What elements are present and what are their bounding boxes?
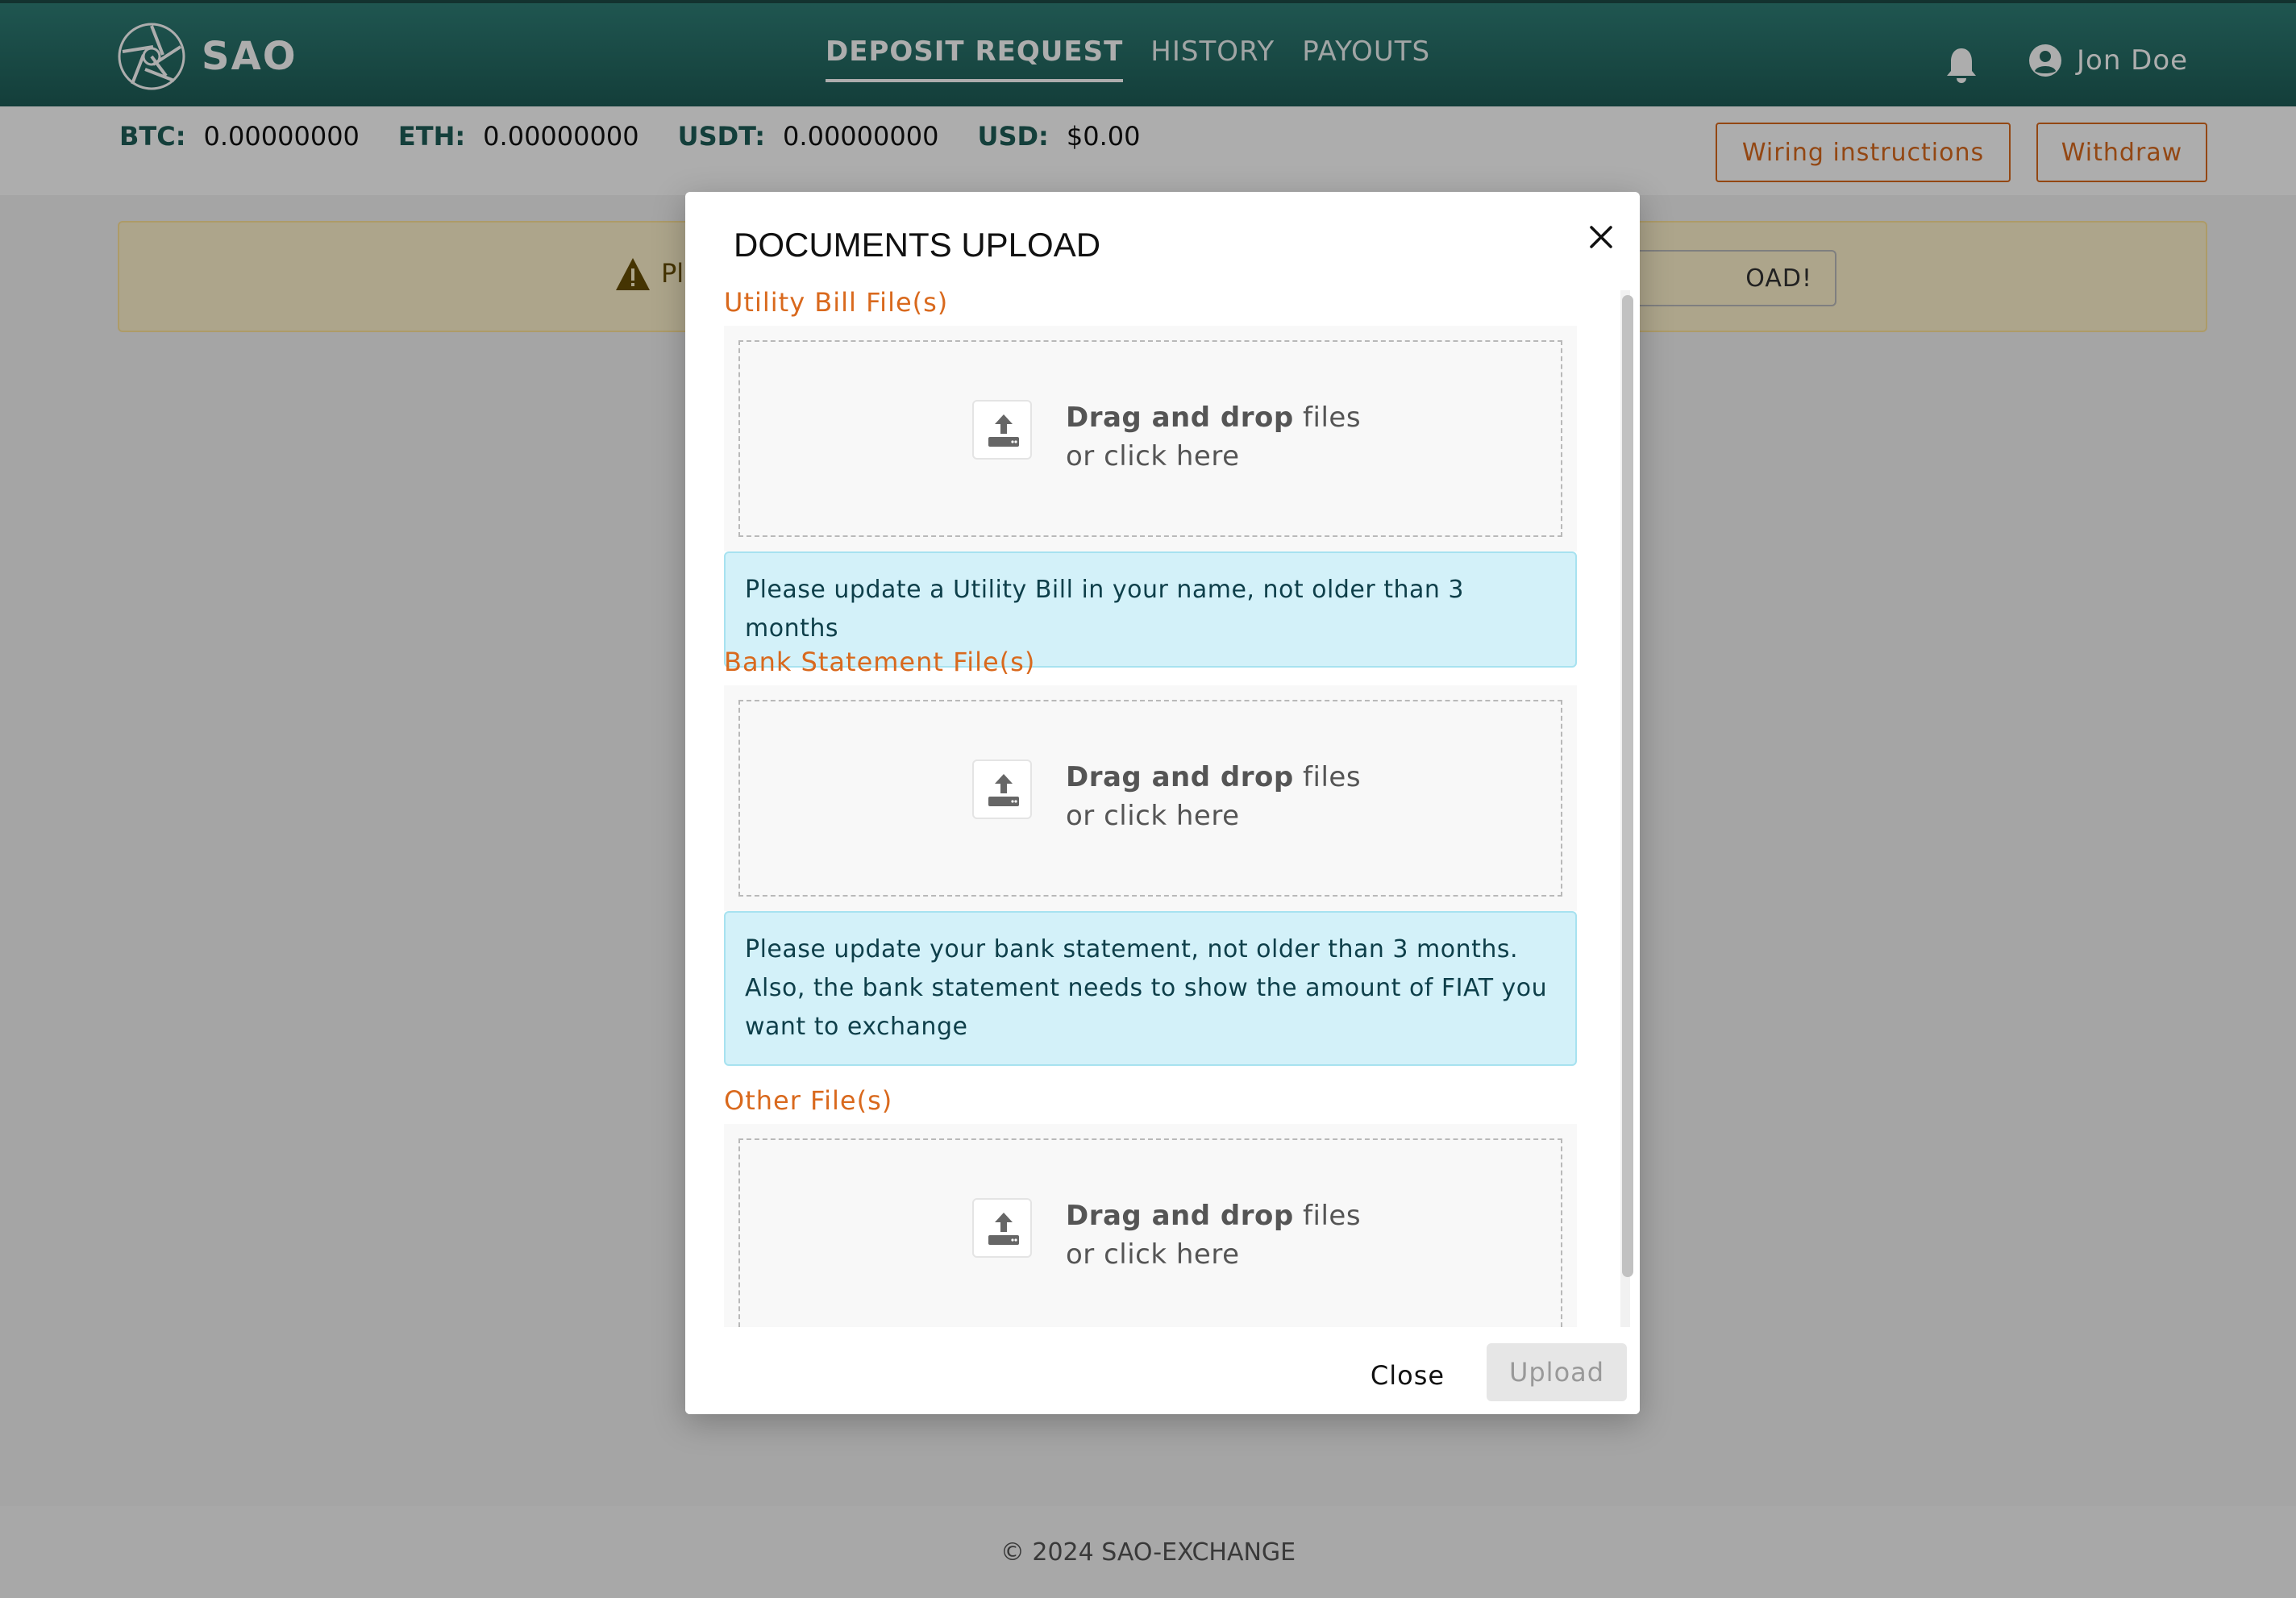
- modal-title: DOCUMENTS UPLOAD: [734, 226, 1101, 264]
- dropzone-rest: files: [1293, 761, 1362, 793]
- dropzone-line1: Drag and drop files: [1066, 402, 1361, 434]
- upload-icon: [972, 759, 1032, 819]
- other-files-label: Other File(s): [724, 1085, 893, 1116]
- bank-statement-info: Please update your bank statement, not o…: [724, 911, 1577, 1066]
- dropzone-bold: Drag and drop: [1066, 1200, 1294, 1232]
- close-button[interactable]: Close: [1348, 1346, 1467, 1404]
- upload-icon: [972, 400, 1032, 460]
- other-files-dropzone[interactable]: Drag and drop files or click here: [738, 1138, 1562, 1327]
- upload-button[interactable]: Upload: [1487, 1343, 1627, 1401]
- dropzone-bold: Drag and drop: [1066, 761, 1294, 793]
- dropzone-line2: or click here: [1066, 1238, 1240, 1271]
- utility-bill-label: Utility Bill File(s): [724, 287, 949, 318]
- dropzone-rest: files: [1293, 402, 1362, 434]
- bank-statement-label: Bank Statement File(s): [724, 647, 1036, 677]
- dropzone-line2: or click here: [1066, 440, 1240, 472]
- bank-statement-dropzone[interactable]: Drag and drop files or click here: [738, 700, 1562, 897]
- bank-statement-upload: Drag and drop files or click here: [724, 685, 1577, 911]
- dropzone-bold: Drag and drop: [1066, 402, 1294, 434]
- close-icon[interactable]: [1585, 221, 1617, 253]
- documents-upload-modal: DOCUMENTS UPLOAD Utility Bill File(s) Dr…: [685, 192, 1640, 1414]
- dropzone-line1: Drag and drop files: [1066, 761, 1361, 793]
- upload-icon: [972, 1198, 1032, 1258]
- dropzone-line2: or click here: [1066, 800, 1240, 832]
- dropzone-rest: files: [1293, 1200, 1362, 1232]
- modal-footer: Close Upload: [685, 1327, 1640, 1414]
- utility-bill-upload: Drag and drop files or click here: [724, 326, 1577, 551]
- dropzone-line1: Drag and drop files: [1066, 1200, 1361, 1232]
- other-files-upload: Drag and drop files or click here: [724, 1124, 1577, 1327]
- modal-body: Utility Bill File(s) Drag and drop files…: [685, 287, 1612, 1327]
- modal-scrollbar-thumb[interactable]: [1622, 295, 1633, 1277]
- utility-bill-dropzone[interactable]: Drag and drop files or click here: [738, 340, 1562, 537]
